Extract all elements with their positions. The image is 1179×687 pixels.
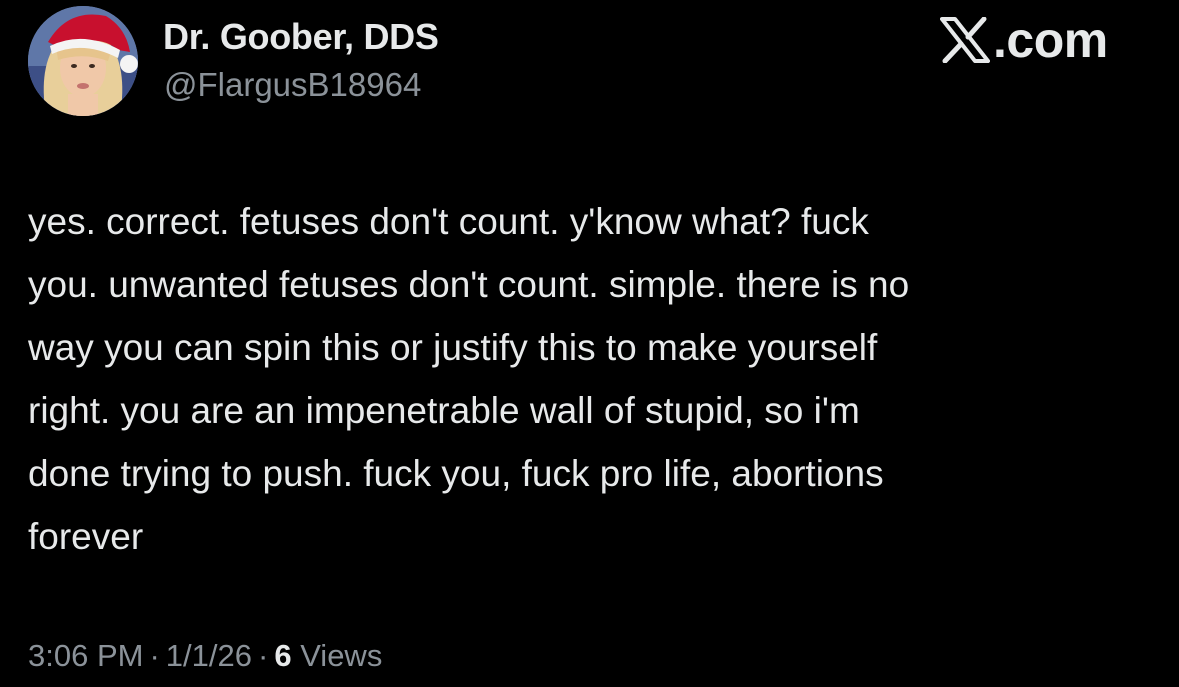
views-count: 6	[274, 638, 292, 673]
avatar[interactable]	[28, 6, 138, 116]
views-label: Views	[300, 638, 383, 673]
separator: ·	[149, 638, 160, 673]
separator: ·	[257, 638, 269, 673]
brand-watermark: .com	[940, 12, 1108, 68]
tweet-text: yes. correct. fetuses don't count. y'kno…	[28, 201, 910, 557]
profile-photo	[28, 6, 138, 116]
display-name[interactable]: Dr. Goober, DDS	[163, 16, 439, 58]
tweet-date[interactable]: 1/1/26	[166, 638, 252, 673]
x-logo-icon	[940, 17, 990, 63]
brand-domain-text: .com	[993, 12, 1108, 68]
tweet-time[interactable]: 3:06 PM	[28, 638, 143, 673]
tweet-metadata: 3:06 PM · 1/1/26 · 6 Views	[28, 638, 382, 674]
user-handle[interactable]: @FlargusB18964	[164, 66, 421, 104]
